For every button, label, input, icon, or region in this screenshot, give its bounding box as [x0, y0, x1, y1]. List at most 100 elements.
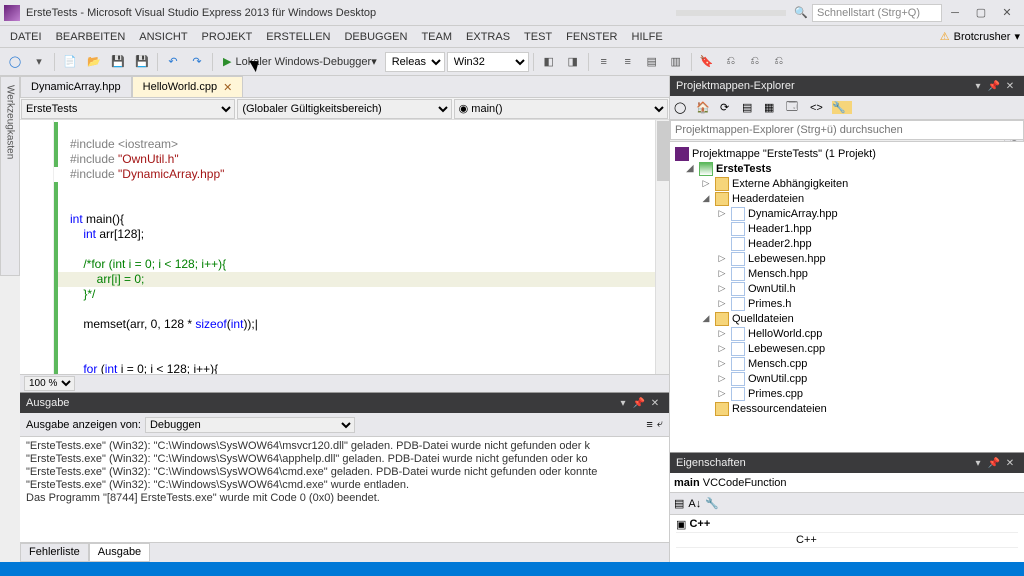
config-select[interactable]: Release — [385, 52, 445, 72]
editor-scrollbar[interactable] — [655, 120, 669, 374]
solution-tree[interactable]: Projektmappe "ErsteTests" (1 Projekt) ◢E… — [670, 142, 1024, 452]
user-dropdown-icon[interactable]: ▾ — [1014, 30, 1020, 43]
solution-icon — [675, 147, 689, 161]
tab-errorlist[interactable]: Fehlerliste — [20, 543, 89, 562]
code-editor[interactable]: #include <iostream> #include "OwnUtil.h"… — [20, 120, 669, 374]
maximize-button[interactable]: ▢ — [968, 4, 994, 22]
debug-start-button[interactable]: ▶Lokaler Windows-Debugger ▾ — [217, 51, 383, 73]
menu-ansicht[interactable]: ANSICHT — [133, 29, 193, 45]
warning-icon: ⚠ — [940, 30, 950, 43]
output-close-icon[interactable]: ✕ — [647, 395, 663, 411]
output-wrap-icon[interactable]: ⤶ — [657, 418, 663, 431]
solexp-dropdown-icon[interactable]: ▾ — [970, 78, 986, 94]
tb-icon-2[interactable]: ◨ — [562, 51, 584, 73]
tab-helloworld[interactable]: HelloWorld.cpp✕ — [132, 76, 244, 97]
open-button[interactable]: 📂 — [83, 51, 105, 73]
redo-button[interactable]: ↷ — [186, 51, 208, 73]
tb-uncomment-icon[interactable]: ▥ — [665, 51, 687, 73]
nav-scope2[interactable]: (Globaler Gültigkeitsbereich) — [237, 99, 451, 119]
close-button[interactable]: ✕ — [994, 4, 1020, 22]
menu-erstellen[interactable]: ERSTELLEN — [260, 29, 336, 45]
nav-scope3[interactable]: ◉ main() — [454, 99, 668, 119]
solexp-search[interactable] — [670, 120, 1024, 140]
props-object-select[interactable]: main VCCodeFunction — [670, 473, 1024, 493]
solexp-home-icon[interactable]: ◯ — [674, 101, 694, 114]
tb-outdent-icon[interactable]: ≡ — [617, 51, 639, 73]
toolbar: ◯ ▾ 📄 📂 💾 💾 ↶ ↷ ▶Lokaler Windows-Debugge… — [0, 48, 1024, 76]
props-category[interactable]: ▣ C++ — [676, 517, 1018, 533]
save-button[interactable]: 💾 — [107, 51, 129, 73]
platform-select[interactable]: Win32 — [447, 52, 529, 72]
file-icon — [731, 342, 745, 356]
tb-bookmark-icon[interactable]: 🔖 — [696, 51, 718, 73]
file-icon — [731, 387, 745, 401]
menu-debuggen[interactable]: DEBUGGEN — [338, 29, 413, 45]
tb-icon-1[interactable]: ◧ — [538, 51, 560, 73]
props-cat-icon[interactable]: ▤ — [674, 497, 684, 510]
menu-bearbeiten[interactable]: BEARBEITEN — [50, 29, 132, 45]
file-icon — [731, 237, 745, 251]
solexp-back-icon[interactable]: 🏠 — [696, 101, 716, 114]
props-pin-icon[interactable]: 📌 — [986, 455, 1002, 471]
tab-output[interactable]: Ausgabe — [89, 543, 150, 562]
file-icon — [731, 267, 745, 281]
menu-datei[interactable]: DATEI — [4, 29, 48, 45]
minimize-button[interactable]: ─ — [942, 4, 968, 22]
expand-icon[interactable]: ▷ — [700, 178, 712, 189]
output-dropdown-icon[interactable]: ▾ — [615, 395, 631, 411]
solexp-close-icon[interactable]: ✕ — [1002, 78, 1018, 94]
output-pin-icon[interactable]: 📌 — [631, 395, 647, 411]
menu-test[interactable]: TEST — [518, 29, 558, 45]
solexp-props-icon[interactable]: 🗔 — [786, 98, 806, 117]
menu-fenster[interactable]: FENSTER — [560, 29, 623, 45]
toolbox-tab[interactable]: Werkzeugkasten — [0, 76, 20, 276]
close-icon[interactable]: ✕ — [223, 81, 232, 94]
output-clear-icon[interactable]: ≡ — [646, 419, 652, 431]
menu-hilfe[interactable]: HILFE — [626, 29, 669, 45]
window-title: ErsteTests - Microsoft Visual Studio Exp… — [26, 7, 376, 19]
expand-icon[interactable]: ◢ — [684, 163, 696, 174]
file-icon — [731, 357, 745, 371]
output-source-select[interactable]: Debuggen — [145, 417, 355, 433]
props-header: Eigenschaften ▾ 📌 ✕ — [670, 453, 1024, 473]
tb-misc2-icon[interactable]: ⎌ — [744, 51, 766, 73]
file-icon — [731, 207, 745, 221]
quicklaunch-input[interactable]: Schnellstart (Strg+Q) — [812, 4, 942, 22]
props-wrench-icon[interactable]: 🔧 — [705, 497, 719, 510]
expand-icon[interactable]: ◢ — [700, 193, 712, 204]
forward-button[interactable]: ▾ — [28, 51, 50, 73]
quicklaunch-icon: 🔍 — [794, 6, 808, 19]
solexp-showall-icon[interactable]: ▦ — [764, 101, 784, 114]
folder-icon — [715, 177, 729, 191]
back-button[interactable]: ◯ — [4, 51, 26, 73]
expand-icon[interactable]: ◢ — [700, 313, 712, 324]
solexp-collapse-icon[interactable]: ▤ — [742, 101, 762, 114]
saveall-button[interactable]: 💾 — [131, 51, 153, 73]
file-icon — [731, 327, 745, 341]
solexp-code-icon[interactable]: <> — [810, 102, 830, 114]
tb-comment-icon[interactable]: ▤ — [641, 51, 663, 73]
props-row: C++ — [676, 533, 1018, 548]
tb-misc1-icon[interactable]: ⎌ — [720, 51, 742, 73]
props-close-icon[interactable]: ✕ — [1002, 455, 1018, 471]
menu-extras[interactable]: EXTRAS — [460, 29, 516, 45]
tb-indent-icon[interactable]: ≡ — [593, 51, 615, 73]
solexp-refresh-icon[interactable]: ⟳ — [720, 101, 740, 114]
menu-team[interactable]: TEAM — [415, 29, 458, 45]
output-body[interactable]: "ErsteTests.exe" (Win32): "C:\Windows\Sy… — [20, 437, 669, 542]
nav-scope1[interactable]: ErsteTests — [21, 99, 235, 119]
title-bar: ErsteTests - Microsoft Visual Studio Exp… — [0, 0, 1024, 26]
new-button[interactable]: 📄 — [59, 51, 81, 73]
play-icon: ▶ — [223, 55, 231, 68]
menu-projekt[interactable]: PROJEKT — [196, 29, 259, 45]
solexp-pin-icon[interactable]: 📌 — [986, 78, 1002, 94]
solexp-wrench-icon[interactable]: 🔧 — [832, 101, 852, 114]
props-az-icon[interactable]: A↓ — [688, 498, 701, 510]
menu-bar: DATEI BEARBEITEN ANSICHT PROJEKT ERSTELL… — [0, 26, 1024, 48]
zoom-select[interactable]: 100 % — [24, 376, 75, 391]
tb-misc3-icon[interactable]: ⎌ — [768, 51, 790, 73]
file-icon — [731, 222, 745, 236]
undo-button[interactable]: ↶ — [162, 51, 184, 73]
tab-dynamicarray[interactable]: DynamicArray.hpp — [20, 76, 132, 97]
props-dropdown-icon[interactable]: ▾ — [970, 455, 986, 471]
